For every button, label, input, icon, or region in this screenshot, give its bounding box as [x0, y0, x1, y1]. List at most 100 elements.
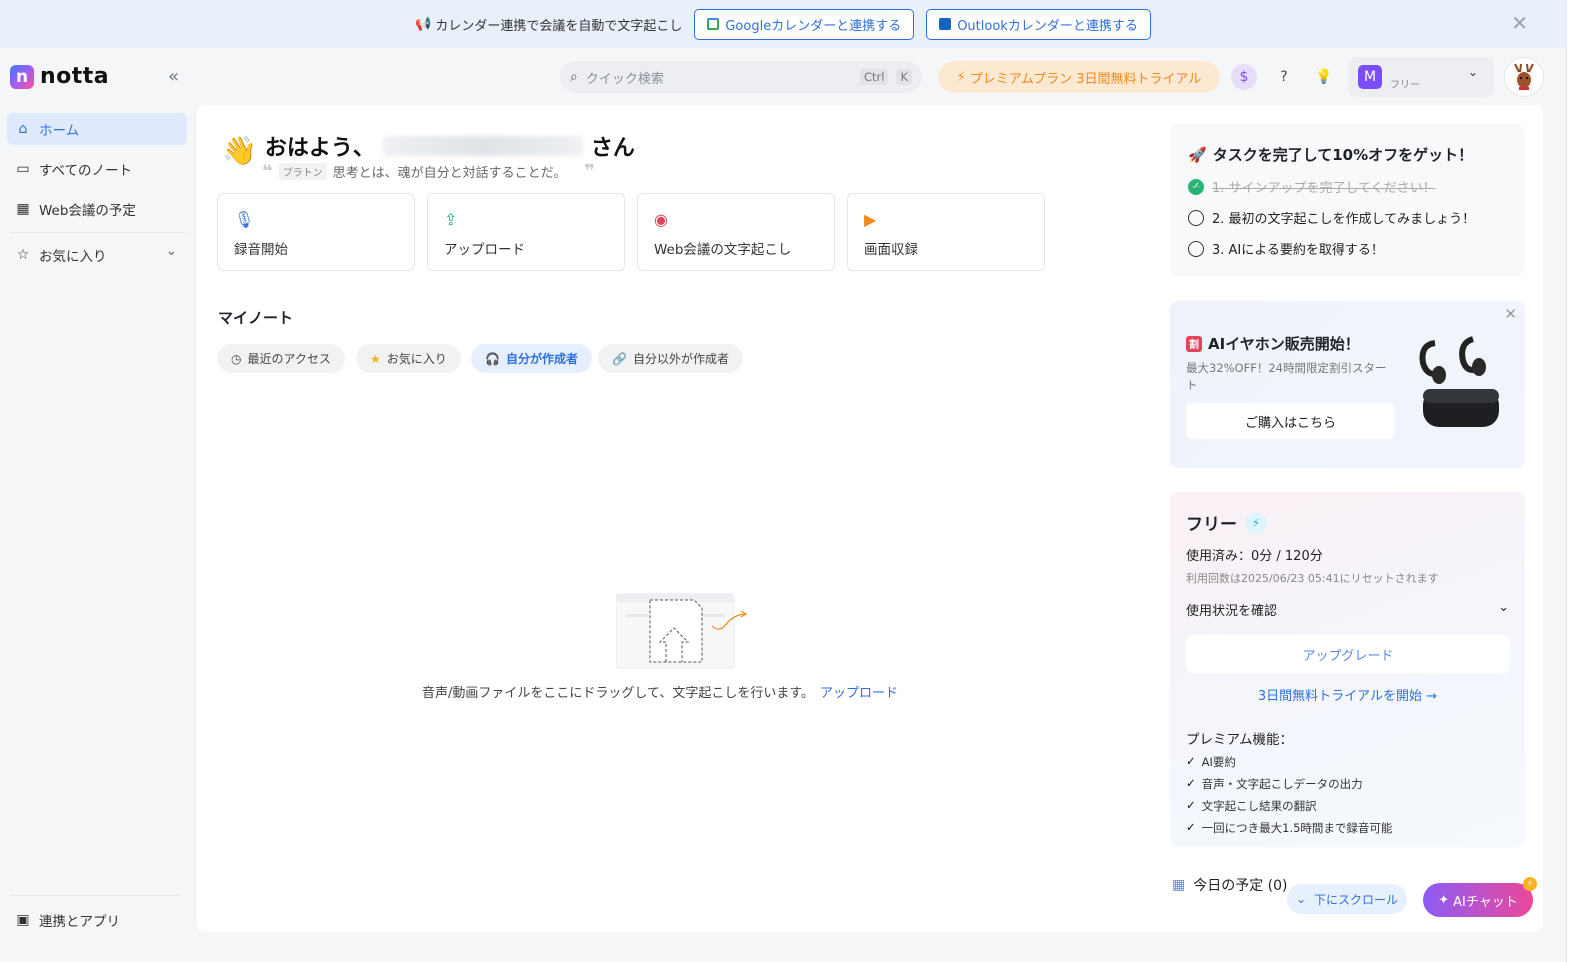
start-trial-link[interactable]: 3日間無料トライアルを開始 → [1186, 685, 1509, 704]
chevron-down-icon: ⌄ [1467, 65, 1478, 79]
rocket-icon: 🚀 [1188, 145, 1207, 164]
upgrade-button[interactable]: アップグレード [1186, 635, 1510, 673]
headphones-icon: 🎧 [485, 351, 500, 366]
sidebar-item-integrations[interactable]: ▣ 連携とアプリ [7, 904, 187, 936]
sidebar-item-home[interactable]: ⌂ ホーム [7, 113, 187, 145]
feature-item: ✓ 音声・文字起こしデータの出力 [1186, 776, 1363, 791]
upload-link[interactable]: アップロード [820, 686, 898, 701]
logo-text: notta [40, 64, 110, 89]
promo-subtitle: 最大32%OFF！24時間限定割引スタート [1186, 361, 1387, 392]
username-blurred [382, 135, 583, 156]
filter-recent[interactable]: ◷ 最近のアクセス [217, 344, 345, 373]
credits-icon[interactable]: $ [1231, 64, 1257, 90]
folder-icon: ▭ [16, 161, 30, 177]
empty-state-text: 音声/動画ファイルをここにドラッグして、文字起こしを行います。 アップロード [422, 686, 899, 701]
feature-item: ✓ 一回につき最大1.5時間まで録音可能 [1186, 820, 1393, 835]
chevron-down-icon: ⌄ [1498, 600, 1509, 615]
help-icon[interactable]: ? [1271, 64, 1297, 90]
notta-logo[interactable]: n notta [10, 64, 109, 89]
clock-icon: ◷ [231, 351, 242, 366]
check-icon: ✓ [1186, 820, 1196, 834]
buy-now-button[interactable]: ご購入はこちら [1186, 403, 1395, 439]
record-button[interactable]: 🎙 録音開始 [217, 193, 415, 271]
sidebar-item-favorites[interactable]: ☆ お気に入り ⌄ [7, 239, 187, 271]
quote-close-icon: ❞ [584, 161, 595, 182]
task-item[interactable]: 2. 最初の文字起こしを作成してみましょう！ [1188, 208, 1507, 227]
user-plan-label: フリー [1390, 79, 1420, 91]
filter-favorites[interactable]: ★ お気に入り [356, 344, 461, 373]
task-item[interactable]: 3. AIによる要約を取得する！ [1188, 239, 1507, 258]
google-calendar-button[interactable]: Googleカレンダーと連携する [694, 8, 915, 40]
deer-icon [1514, 63, 1534, 90]
greeting-suffix: さん [590, 135, 635, 161]
scroll-down-button[interactable]: ⌄ 下にスクロール [1287, 884, 1407, 914]
usage-text: 使用済み：0分 / 120分 [1186, 549, 1323, 564]
plan-title: フリー ⚡ [1186, 510, 1509, 535]
calendar-icon: ▦ [1172, 877, 1186, 893]
premium-features-title: プレミアム機能： [1186, 732, 1294, 748]
microphone-icon: 🎙 [234, 210, 255, 229]
upload-icon: ⇪ [444, 210, 458, 229]
star-icon: ★ [370, 351, 381, 366]
usage-status-toggle[interactable]: 使用状況を確認 ⌄ [1186, 600, 1509, 619]
reset-text: 利用回数は2025/06/23 05:41にリセットされます [1186, 572, 1439, 585]
banner-close-icon[interactable]: ✕ [1511, 13, 1528, 33]
sidebar-divider [10, 232, 186, 233]
check-icon: ✓ [1186, 754, 1196, 768]
ai-chat-button[interactable]: ✦ AIチャット ⚡ [1423, 877, 1537, 917]
outlook-icon [939, 18, 952, 30]
filter-created-by-others[interactable]: 🔗 自分以外が作成者 [598, 344, 743, 373]
task-item[interactable]: ✓ 1. サインアップを完了してください！ [1188, 177, 1507, 196]
check-icon: ✓ [1186, 798, 1196, 812]
web-meeting-transcribe-button[interactable]: ◉ Web会議の文字起こし [637, 193, 835, 271]
tasks-card: 🚀 タスクを完了して10%オフをゲット！ ✓ 1. サインアップを完了してくださ… [1170, 124, 1525, 276]
earbuds-promo-card: ✕ 割 AIイヤホン販売開始！ 最大32%OFF！24時間限定割引スタート ご購… [1170, 301, 1525, 468]
check-icon: ✓ [1186, 776, 1196, 790]
sparkle-icon: ✦ [1438, 892, 1450, 908]
calendar-banner: 📢 カレンダー連携で会議を自動で文字起こし Googleカレンダーと連携する O… [0, 0, 1566, 48]
quick-search-input[interactable]: ⌕ クイック検索 Ctrl K [560, 61, 922, 93]
empty-circle-icon [1188, 240, 1204, 257]
premium-trial-button[interactable]: ⚡ プレミアムプラン 3日間無料トライアル [938, 61, 1220, 93]
link-icon: 🔗 [612, 351, 627, 366]
outlook-calendar-button[interactable]: Outlookカレンダーと連携する [926, 8, 1151, 40]
sale-badge-icon: 割 [1186, 335, 1202, 352]
double-chevron-down-icon: ⌄ [1295, 892, 1307, 906]
lightning-icon: ⚡ [956, 69, 966, 85]
quote-author: プラトン [278, 163, 327, 180]
today-schedule-title: ▦ 今日の予定 (0) [1172, 877, 1288, 894]
google-calendar-icon [707, 18, 720, 30]
meeting-icon: ◉ [654, 210, 668, 229]
feature-item: ✓ 文字起こし結果の翻訳 [1186, 798, 1317, 813]
user-menu[interactable]: M フリー ⌄ [1348, 57, 1494, 97]
filter-created-by-me[interactable]: 🎧 自分が作成者 [471, 344, 592, 373]
apps-icon: ▣ [16, 912, 30, 928]
sidebar-divider-bottom [10, 895, 180, 896]
logo-mark: n [10, 64, 34, 89]
collapse-sidebar-icon[interactable]: « [168, 66, 179, 87]
greeting-hello: おはよう、 [264, 135, 375, 161]
waving-hand-icon: 👋 [222, 134, 257, 167]
banner-message: 📢 カレンダー連携で会議を自動で文字起こし [415, 16, 683, 34]
shortcut-k: K [896, 69, 912, 85]
user-avatar: M [1358, 65, 1382, 89]
chevron-down-icon: ⌄ [165, 243, 177, 259]
screen-record-button[interactable]: ▶ 画面収録 [847, 193, 1045, 271]
lightbulb-icon[interactable]: 💡 [1311, 64, 1337, 90]
upload-button[interactable]: ⇪ アップロード [427, 193, 625, 271]
daily-quote: ❝ プラトン 思考とは、魂が自分と対話することだ。 ❞ [262, 161, 595, 182]
tasks-title: 🚀 タスクを完了して10%オフをゲット！ [1188, 145, 1474, 165]
shortcut-ctrl: Ctrl [859, 69, 889, 85]
promo-close-icon[interactable]: ✕ [1504, 305, 1517, 323]
calendar-icon: ▦ [16, 201, 30, 217]
profile-avatar[interactable] [1504, 57, 1544, 97]
megaphone-icon: 📢 [415, 16, 432, 32]
lightning-badge-icon: ⚡ [1523, 877, 1537, 891]
page-scrollbar[interactable] [1566, 0, 1584, 962]
sidebar-item-meetings[interactable]: ▦ Web会議の予定 [7, 193, 187, 225]
quote-open-icon: ❝ [262, 161, 273, 182]
sidebar-item-all-notes[interactable]: ▭ すべてのノート [7, 153, 187, 185]
empty-upload-illustration [616, 593, 748, 669]
empty-circle-icon [1188, 209, 1204, 226]
lightning-icon: ⚡ [1245, 511, 1267, 534]
